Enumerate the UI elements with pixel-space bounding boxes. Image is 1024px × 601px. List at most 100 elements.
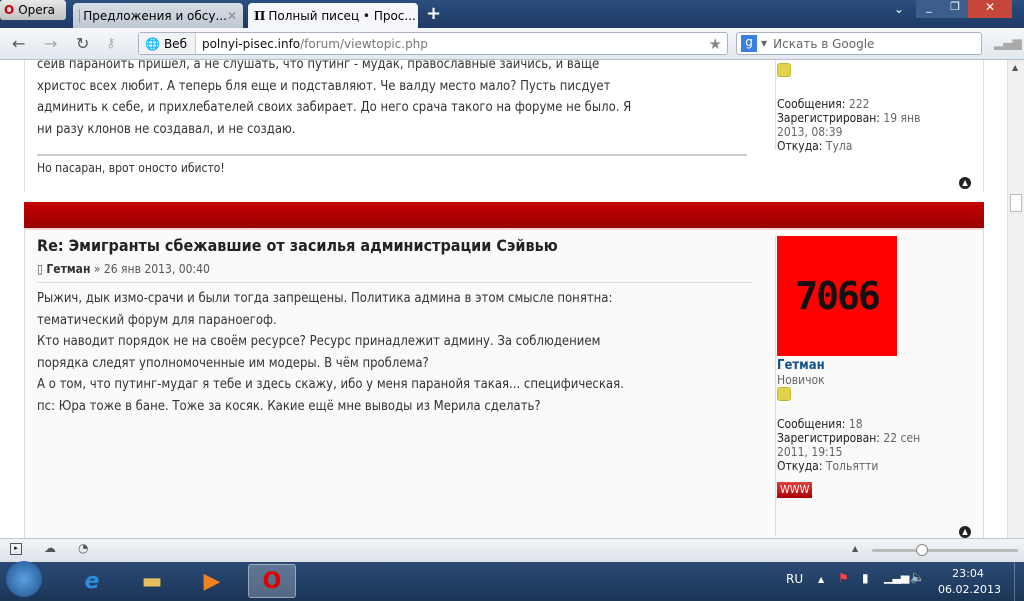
opera-label: Opera	[18, 3, 55, 17]
globe-icon: 🌐	[145, 36, 160, 51]
author-profile: 7066 Гетман Новичок Сообщения: 18 Зареги…	[775, 236, 920, 536]
opera-menu-button[interactable]: O Opera	[0, 0, 66, 20]
post-separator-band	[24, 202, 984, 230]
posts-count: 222	[848, 97, 870, 111]
location: Тула	[825, 139, 853, 153]
text-line: Рыжич, дык измо-срачи и были тогда запре…	[37, 291, 613, 306]
scroll-up-icon[interactable]: ▲	[1012, 63, 1018, 72]
network-icon[interactable]: ▁▃▅	[884, 571, 909, 584]
zoom-slider-handle[interactable]	[916, 544, 928, 556]
windows-taskbar: e ▬ ▶ O RU ▲ ⚑ ▮ ▁▃▅ 🔈 23:04 06.02.2013	[0, 561, 1024, 601]
avatar-text: 7066	[795, 274, 881, 318]
zoom-slider[interactable]	[872, 544, 1018, 556]
rank-icon	[777, 387, 791, 401]
status-bar: ▸ ☁ ◔ ▲	[0, 538, 1024, 562]
text-line: А о том, что путинг-мудаг я тебе и здесь…	[37, 377, 624, 392]
back-to-top-icon[interactable]: ▲	[959, 526, 971, 538]
signature: Но пасаран, врот оносто ибисто!	[37, 161, 225, 175]
dropdown-icon[interactable]: ▼	[761, 39, 767, 48]
page-content: сейв параноить пришел, а не слушать, что…	[0, 60, 1007, 538]
tab-title: Полный писец • Прос...	[268, 8, 416, 23]
clock[interactable]: 23:04 06.02.2013	[938, 566, 1001, 598]
close-window-button[interactable]: ✕	[968, 0, 1012, 18]
tray-expand-icon[interactable]: ▲	[818, 575, 824, 584]
show-desktop-button[interactable]	[1014, 562, 1024, 601]
author-name[interactable]: Гетман	[777, 359, 920, 373]
key-icon[interactable]: ⚷	[106, 36, 116, 51]
post-author[interactable]: Гетман	[46, 262, 90, 276]
url-path: /forum/viewtopic.php	[300, 36, 428, 51]
url-host: polnyi-pisec.info	[201, 36, 301, 51]
opera-taskbar-icon[interactable]: O	[248, 564, 296, 598]
explorer-taskbar-icon[interactable]: ▬	[128, 564, 176, 598]
power-icon[interactable]: ▮	[862, 571, 869, 585]
clock-date: 06.02.2013	[938, 583, 1001, 596]
tab-title: Предложения и обсу...	[83, 8, 227, 23]
collapse-icon[interactable]: ⌄	[894, 2, 904, 16]
opera-logo-icon: O	[4, 3, 15, 17]
tab-proposals[interactable]: Предложения и обсу... ✕	[73, 3, 243, 28]
post-title[interactable]: Re: Эмигранты сбежавшие от засилья админ…	[37, 236, 558, 255]
google-icon[interactable]: g	[741, 35, 757, 52]
signal-icon: ▂▄▆	[994, 36, 1022, 50]
volume-icon[interactable]: 🔈	[910, 570, 925, 584]
close-tab-icon[interactable]: ✕	[227, 9, 237, 23]
clock-time: 23:04	[952, 567, 984, 580]
label: Зарегистрирован:	[777, 431, 880, 445]
start-button[interactable]	[6, 561, 42, 597]
unite-icon[interactable]: ☁	[44, 541, 56, 555]
turbo-icon[interactable]: ◔	[78, 541, 88, 555]
post-body: сейв параноить пришел, а не слушать, что…	[37, 60, 757, 140]
site-info-badge[interactable]: 🌐 Веб	[139, 33, 196, 54]
post-previous: сейв параноить пришел, а не слушать, что…	[24, 60, 984, 192]
text-line: порядка следят уполномоченные им модеры.…	[37, 355, 429, 371]
search-box[interactable]: g ▼ Искать в Google	[736, 32, 982, 55]
label: Сообщения:	[777, 97, 846, 111]
reload-button[interactable]: ↻	[76, 34, 89, 53]
scrollbar-thumb[interactable]	[1010, 194, 1022, 212]
text-line: тематический форум для параноегоф.	[37, 312, 277, 328]
post-icon: ▯	[37, 262, 43, 276]
tab-active[interactable]: ППолный писец • Прос...✕	[248, 3, 418, 28]
reg-date: 22 сен	[883, 431, 921, 445]
minimize-button[interactable]: _	[916, 0, 942, 18]
text-line: сейв параноить пришел, а не слушать, что…	[37, 60, 600, 72]
label: Откуда:	[777, 459, 823, 473]
reg-date-cont: 2013, 08:39	[777, 125, 843, 139]
label: Зарегистрирован:	[777, 111, 880, 125]
rank-icon	[777, 63, 791, 77]
media-player-taskbar-icon[interactable]: ▶	[188, 564, 236, 598]
location: Тольятти	[825, 459, 879, 473]
text-line: пс: Юра тоже в бане. Тоже за косяк. Каки…	[37, 398, 541, 414]
ie-taskbar-icon[interactable]: e	[68, 564, 116, 598]
new-tab-button[interactable]: +	[426, 3, 441, 24]
forward-button[interactable]: →	[44, 34, 57, 53]
bookmark-star-icon[interactable]: ★	[709, 35, 722, 53]
favicon-icon: П	[254, 8, 266, 23]
posts-count: 18	[848, 417, 863, 431]
post-body: Рыжич, дык измо-срачи и были тогда запре…	[37, 288, 767, 417]
vertical-scrollbar[interactable]: ▲	[1007, 60, 1024, 538]
maximize-button[interactable]: ❐	[942, 0, 968, 18]
www-button[interactable]: WWW	[777, 482, 813, 498]
reg-date: 19 янв	[883, 111, 921, 125]
signature-divider	[37, 154, 747, 156]
label: Сообщения:	[777, 417, 846, 431]
action-center-icon[interactable]: ⚑	[838, 571, 849, 585]
navigation-toolbar: ← → ↻ ⚷ 🌐 Веб polnyi-pisec.info/forum/vie…	[0, 28, 1024, 60]
back-to-top-icon[interactable]: ▲	[959, 177, 971, 189]
address-bar[interactable]: 🌐 Веб polnyi-pisec.info/forum/viewtopic.p…	[138, 32, 728, 55]
zoom-menu-icon[interactable]: ▲	[852, 544, 858, 553]
back-button[interactable]: ←	[12, 34, 25, 53]
text-line: админить к себе, и прихлебателей своих з…	[37, 100, 632, 115]
panel-toggle-icon[interactable]: ▸	[10, 543, 22, 555]
language-indicator[interactable]: RU	[786, 572, 803, 586]
avatar[interactable]: 7066	[777, 236, 897, 356]
post-getman: Re: Эмигранты сбежавшие от засилья админ…	[24, 230, 984, 538]
divider	[37, 282, 752, 283]
reg-date-cont: 2011, 19:15	[777, 445, 843, 459]
close-tab-icon[interactable]: ✕	[416, 9, 418, 23]
window-controls: _ ❐ ✕	[916, 0, 1016, 18]
tab-bar: O Opera Предложения и обсу... ✕ П Полный пи…	[0, 0, 1024, 28]
author-rank: Новичок	[777, 373, 825, 387]
